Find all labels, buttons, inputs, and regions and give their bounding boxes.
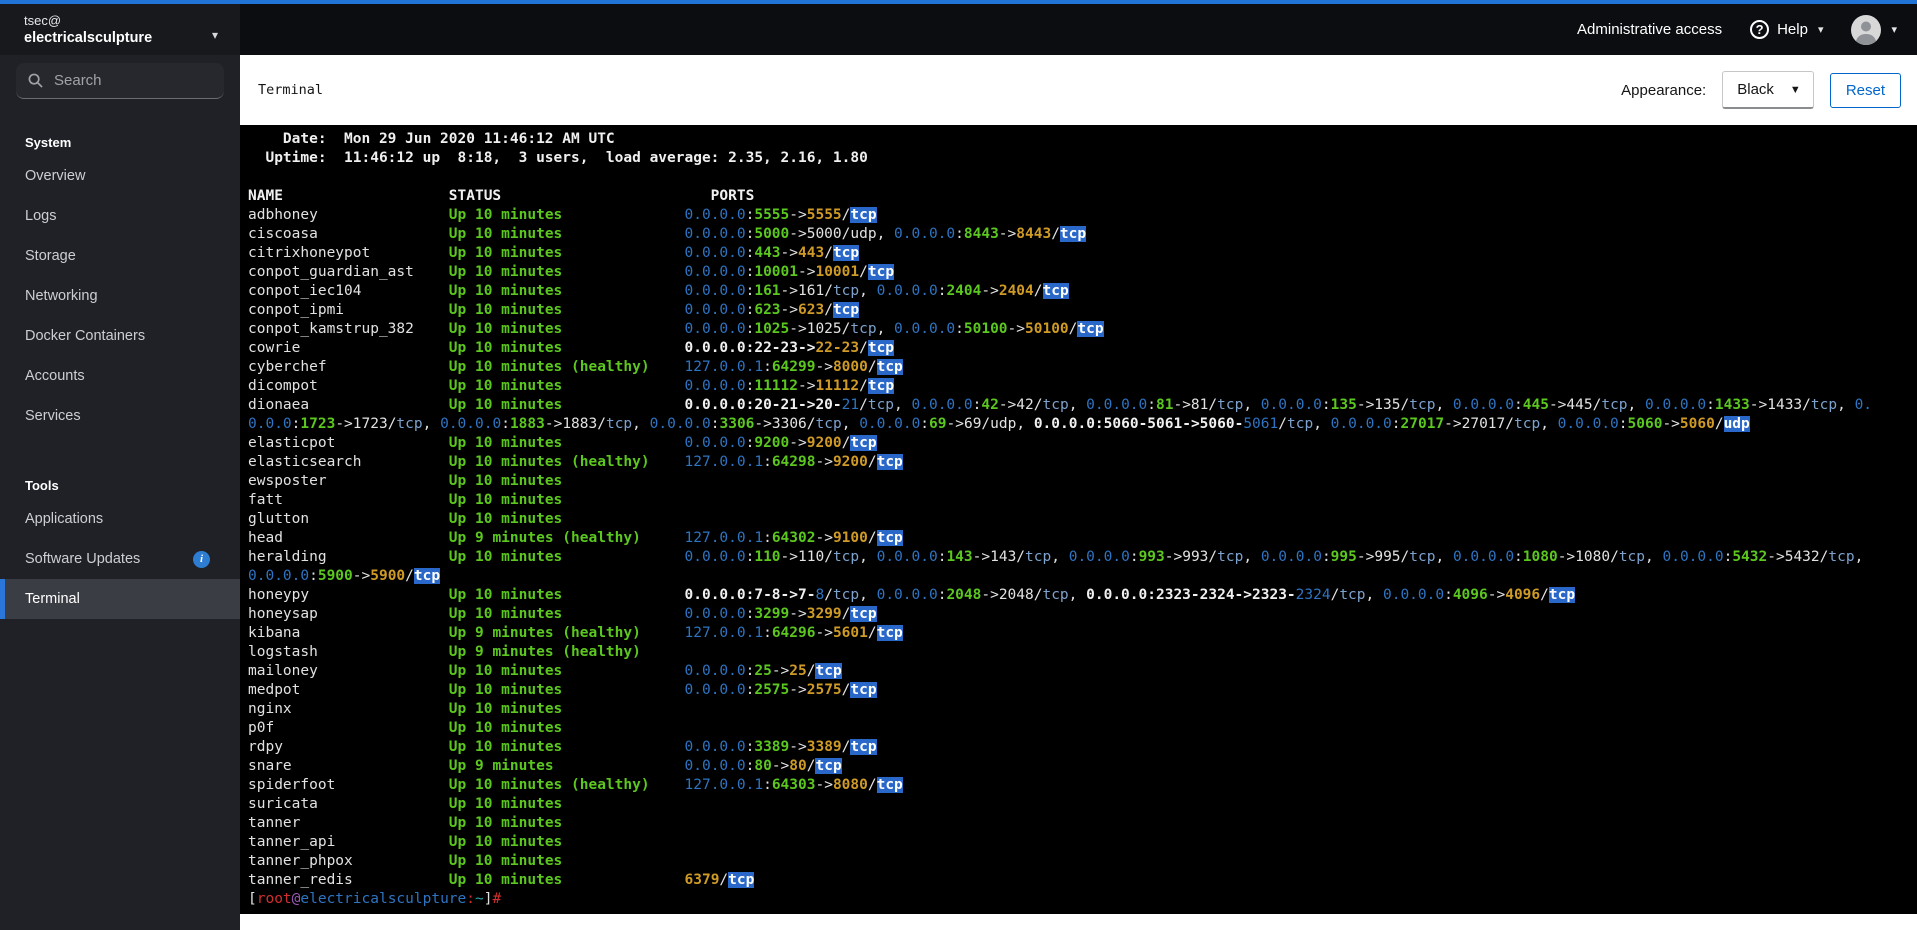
terminal-line-8: conpot_iec104 Up 10 minutes 0.0.0.0:161-…	[248, 283, 1069, 299]
terminal-line-4: adbhoney Up 10 minutes 0.0.0.0:5555->555…	[248, 207, 877, 223]
terminal-line-31: p0f Up 10 minutes	[248, 720, 563, 736]
info-icon: i	[193, 550, 210, 568]
masthead: tsec@ electricalsculpture ▾ Administrati…	[0, 4, 1917, 55]
terminal-line-1: Uptime: 11:46:12 up 8:18, 3 users, load …	[248, 150, 868, 166]
sidebar-item-terminal[interactable]: Terminal	[0, 579, 240, 619]
terminal-line-11: cowrie Up 10 minutes 0.0.0.0:22-23->22-2…	[248, 340, 895, 356]
sidebar-item-applications[interactable]: Applications	[0, 499, 240, 539]
sidebar-item-label: Services	[25, 408, 81, 424]
reset-button[interactable]: Reset	[1829, 72, 1901, 108]
terminal-line-39: tanner_redis Up 10 minutes 6379/tcp	[248, 872, 755, 888]
terminal-line-35: suricata Up 10 minutes	[248, 796, 563, 812]
terminal-line-23: 0.0.0.0:5900->5900/tcp	[248, 568, 441, 584]
search-input[interactable]	[52, 71, 196, 90]
nav-section-title-system: System	[25, 135, 72, 150]
terminal-line-25: honeysap Up 10 minutes 0.0.0.0:3299->329…	[248, 606, 877, 622]
terminal-line-19: fatt Up 10 minutes	[248, 492, 563, 508]
terminal-line-17: elasticsearch Up 10 minutes (healthy) 12…	[248, 454, 903, 470]
terminal-line-33: snare Up 9 minutes 0.0.0.0:80->80/tcp	[248, 758, 842, 774]
terminal-line-18: ewsposter Up 10 minutes	[248, 473, 563, 489]
terminal-line-32: rdpy Up 10 minutes 0.0.0.0:3389->3389/tc…	[248, 739, 877, 755]
terminal-line-36: tanner Up 10 minutes	[248, 815, 563, 831]
chevron-down-icon: ▾	[1817, 24, 1824, 36]
sidebar-item-label: Storage	[25, 248, 76, 264]
help-label: Help	[1777, 21, 1808, 38]
sidebar-item-label: Software Updates	[25, 551, 141, 567]
terminal-line-22: heralding Up 10 minutes 0.0.0.0:110->110…	[248, 549, 1864, 565]
masthead-username: tsec@	[24, 13, 62, 28]
terminal-line-27: logstash Up 9 minutes (healthy)	[248, 644, 641, 660]
masthead-hostname: electricalsculpture	[24, 30, 153, 46]
sidebar: System Overview Logs Storage Networking Docke…	[0, 55, 240, 930]
terminal-line-37: tanner_api Up 10 minutes	[248, 834, 563, 850]
sidebar-item-label: Applications	[25, 511, 104, 527]
sidebar-item-label: Logs	[25, 208, 57, 224]
terminal-line-0: Date: Mon 29 Jun 2020 11:46:12 AM UTC	[248, 131, 615, 147]
page-title: Terminal	[258, 82, 324, 98]
session-menu-button[interactable]: ▾	[1851, 14, 1897, 45]
sidebar-item-label: Networking	[25, 288, 98, 304]
terminal-line-20: glutton Up 10 minutes	[248, 511, 563, 527]
terminal-line-14: dionaea Up 10 minutes 0.0.0.0:20-21->20-…	[248, 397, 1873, 413]
sidebar-search[interactable]	[16, 63, 224, 99]
avatar	[1851, 14, 1882, 45]
terminal-line-29: medpot Up 10 minutes 0.0.0.0:2575->2575/…	[248, 682, 877, 698]
terminal-line-24: honeypy Up 10 minutes 0.0.0.0:7-8->7-8/t…	[248, 587, 1576, 603]
chevron-down-icon: ▾	[1891, 24, 1897, 36]
appearance-label: Appearance:	[1621, 81, 1707, 99]
administrative-access-button[interactable]: Administrative access	[1577, 21, 1722, 38]
terminal-line-6: citrixhoneypot Up 10 minutes 0.0.0.0:443…	[248, 245, 860, 261]
terminal-line-12: cyberchef Up 10 minutes (healthy) 127.0.…	[248, 359, 903, 375]
terminal-line-9: conpot_ipmi Up 10 minutes 0.0.0.0:623->6…	[248, 302, 860, 318]
terminal-line-28: mailoney Up 10 minutes 0.0.0.0:25->25/tc…	[248, 663, 842, 679]
sidebar-item-overview[interactable]: Overview	[0, 156, 240, 196]
terminal-line-34: spiderfoot Up 10 minutes (healthy) 127.0…	[248, 777, 903, 793]
sidebar-item-networking[interactable]: Networking	[0, 276, 240, 316]
appearance-select[interactable]: Black ▼	[1722, 71, 1814, 109]
administrative-access-label: Administrative access	[1577, 21, 1723, 38]
sidebar-item-docker-containers[interactable]: Docker Containers	[0, 316, 240, 356]
help-menu-button[interactable]: ? Help ▾	[1750, 20, 1823, 39]
sidebar-item-logs[interactable]: Logs	[0, 196, 240, 236]
sidebar-item-label: Accounts	[25, 368, 85, 384]
terminal-line-16: elasticpot Up 10 minutes 0.0.0.0:9200->9…	[248, 435, 877, 451]
terminal-line-2	[248, 168, 1917, 187]
content-area: Terminal Appearance: Black ▼ Reset Date:…	[240, 55, 1917, 930]
help-icon: ?	[1750, 20, 1770, 39]
sidebar-item-label: Docker Containers	[25, 328, 146, 344]
terminal-line-3: NAME STATUS PORTS	[248, 188, 755, 204]
terminal-header: Terminal Appearance: Black ▼ Reset	[240, 55, 1917, 125]
terminal-line-40: [root@electricalsculpture:~]#	[248, 891, 502, 907]
sidebar-item-services[interactable]: Services	[0, 396, 240, 436]
terminal-line-38: tanner_phpox Up 10 minutes	[248, 853, 563, 869]
sidebar-item-label: Terminal	[25, 591, 80, 607]
terminal-line-30: nginx Up 10 minutes	[248, 701, 563, 717]
terminal-line-13: dicompot Up 10 minutes 0.0.0.0:11112->11…	[248, 378, 895, 394]
terminal-line-15: 0.0.0:1723->1723/tcp, 0.0.0.0:1883->1883…	[248, 416, 1750, 432]
nav-section-title-tools: Tools	[25, 478, 59, 493]
sidebar-item-software-updates[interactable]: Software Updates i	[0, 539, 240, 579]
chevron-down-icon: ▾	[211, 28, 218, 42]
sidebar-item-label: Overview	[25, 168, 86, 184]
terminal-line-7: conpot_guardian_ast Up 10 minutes 0.0.0.…	[248, 264, 895, 280]
host-switcher[interactable]: tsec@ electricalsculpture ▾	[0, 4, 240, 55]
terminal-line-10: conpot_kamstrup_382 Up 10 minutes 0.0.0.…	[248, 321, 1104, 337]
user-icon	[1855, 21, 1877, 45]
terminal-line-5: ciscoasa Up 10 minutes 0.0.0.0:5000->500…	[248, 226, 1087, 242]
sidebar-item-accounts[interactable]: Accounts	[0, 356, 240, 396]
terminal-line-21: head Up 9 minutes (healthy) 127.0.0.1:64…	[248, 530, 903, 546]
chevron-down-icon: ▼	[1789, 83, 1801, 96]
terminal-line-26: kibana Up 9 minutes (healthy) 127.0.0.1:…	[248, 625, 903, 641]
sidebar-item-storage[interactable]: Storage	[0, 236, 240, 276]
search-icon	[28, 73, 43, 88]
appearance-selected-value: Black	[1737, 81, 1774, 98]
terminal-screen[interactable]: Date: Mon 29 Jun 2020 11:46:12 AM UTC Up…	[240, 125, 1917, 914]
